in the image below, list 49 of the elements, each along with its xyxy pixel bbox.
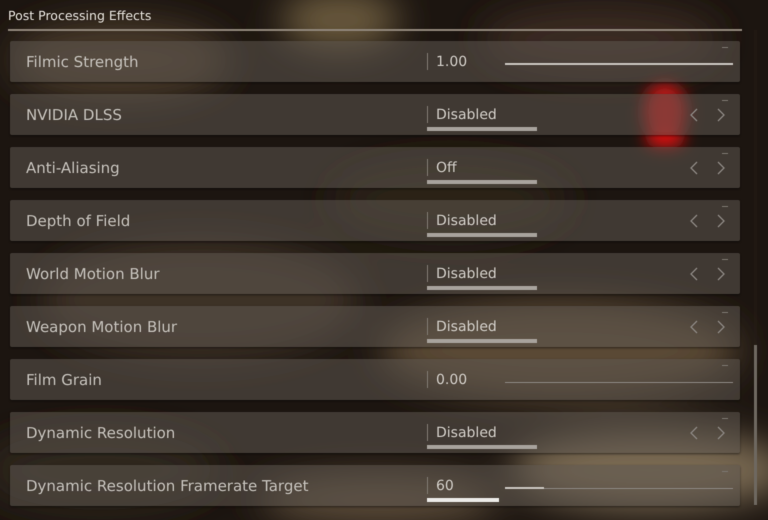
dash-icon [722,100,728,101]
setting-row[interactable]: Filmic Strength 1.00 [10,41,740,82]
dash-icon [722,418,728,419]
setting-label: Dynamic Resolution [26,424,176,442]
chevron-right-icon[interactable] [717,266,725,280]
dash-icon [722,206,728,207]
chevron-right-icon[interactable] [717,426,725,440]
setting-label: Film Grain [26,370,103,388]
dash-icon [722,153,728,154]
setting-value: 60 [436,478,455,494]
dash-icon [722,365,728,366]
setting-label: Filmic Strength [26,52,140,70]
chevron-right-icon[interactable] [717,160,725,174]
setting-label: Dynamic Resolution Framerate Target [26,476,310,494]
setting-row[interactable]: World Motion Blur Disabled [10,253,740,294]
setting-label: Depth of Field [26,212,132,230]
chevron-left-icon[interactable] [690,160,698,174]
setting-row[interactable]: Weapon Motion Blur Disabled [10,306,740,347]
chevron-left-icon[interactable] [690,320,698,334]
setting-row[interactable]: Dynamic Resolution Disabled [10,412,740,453]
setting-value: 1.00 [436,54,468,70]
setting-row[interactable]: NVIDIA DLSS Disabled [10,94,740,135]
dash-icon [722,47,728,48]
scrollbar-thumb[interactable] [754,345,757,505]
chevron-right-icon[interactable] [717,320,725,334]
chevron-right-icon[interactable] [717,108,725,122]
setting-value: 0.00 [436,372,468,388]
setting-value: Disabled [436,424,498,440]
setting-value: Disabled [436,318,498,334]
chevron-right-icon[interactable] [717,214,725,228]
setting-label: World Motion Blur [26,264,161,282]
chevron-left-icon[interactable] [690,214,698,228]
chevron-left-icon[interactable] [690,266,698,280]
section-title: Post Processing Effects [8,8,742,31]
setting-value: Disabled [436,106,498,122]
setting-value: Off [436,160,458,176]
chevron-left-icon[interactable] [690,108,698,122]
setting-label: NVIDIA DLSS [26,106,123,124]
setting-value: Disabled [436,212,498,228]
setting-label: Weapon Motion Blur [26,318,178,336]
setting-row[interactable]: Anti-Aliasing Off [10,147,740,188]
setting-value: Disabled [436,266,498,282]
setting-label: Anti-Aliasing [26,158,121,176]
setting-row[interactable]: Dynamic Resolution Framerate Target 60 [10,465,740,506]
dash-icon [722,259,728,260]
setting-row[interactable]: Film Grain 0.00 [10,359,740,400]
setting-row[interactable]: Depth of Field Disabled [10,200,740,241]
dash-icon [722,312,728,313]
chevron-left-icon[interactable] [690,426,698,440]
